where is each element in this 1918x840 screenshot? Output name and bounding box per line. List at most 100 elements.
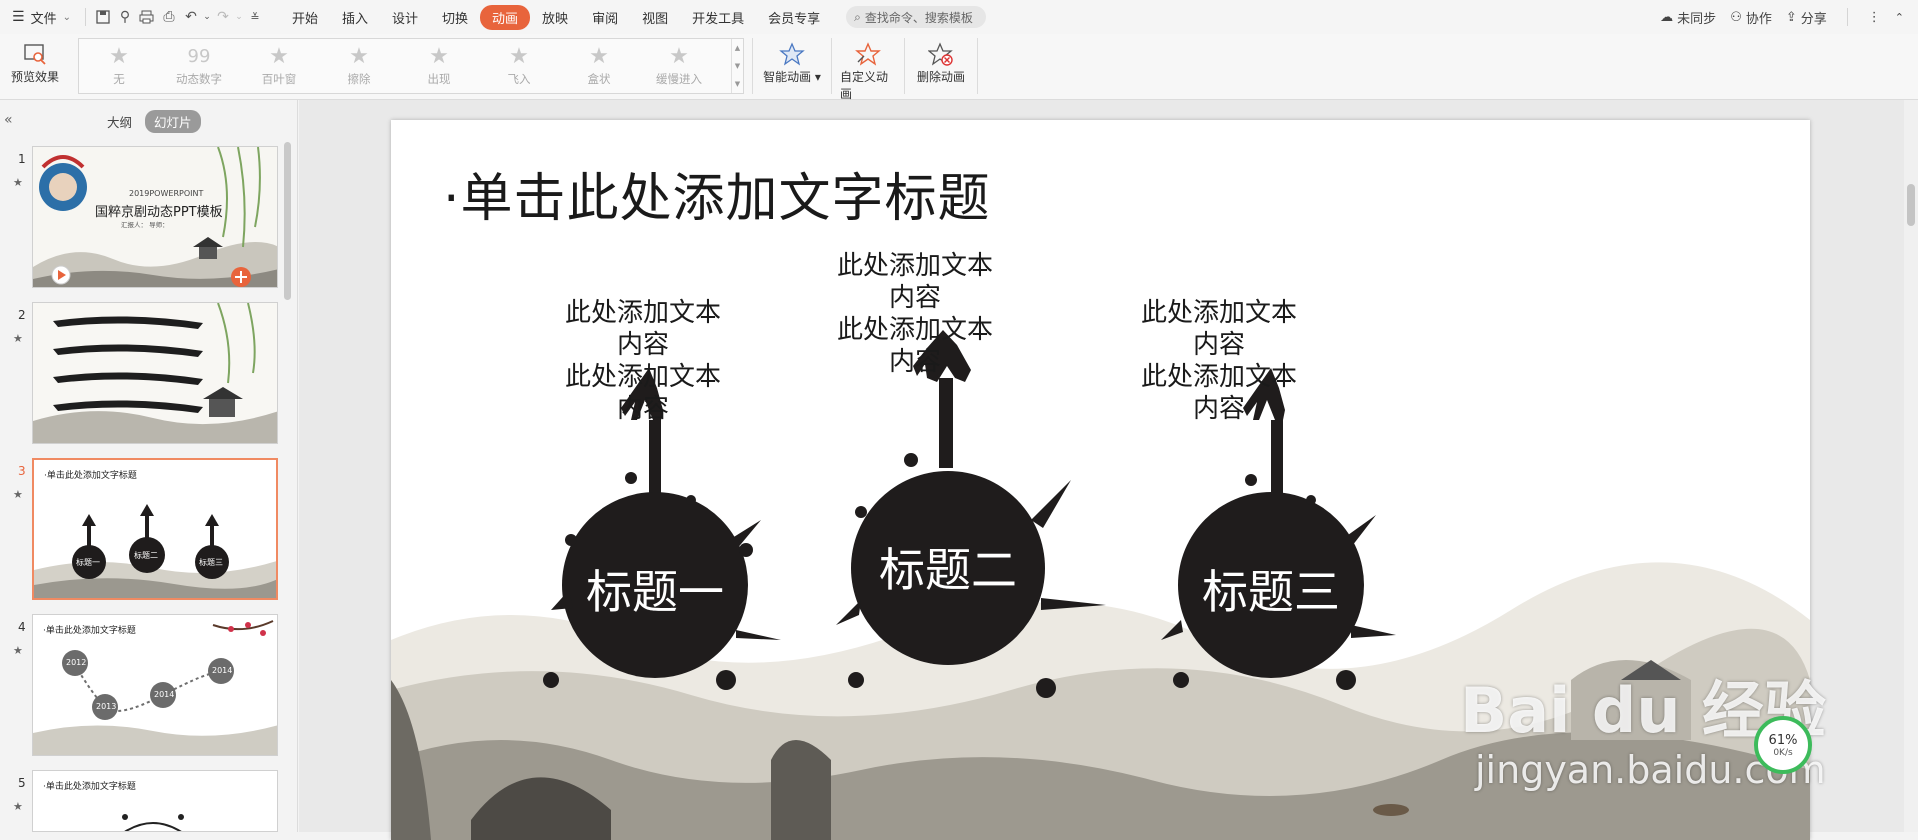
thumb-year: 2014 bbox=[212, 666, 233, 675]
delete-animation-label: 删除动画 bbox=[916, 70, 965, 84]
anim-blinds-label: 百叶窗 bbox=[261, 72, 297, 86]
anim-box-label: 盒状 bbox=[587, 72, 611, 86]
thumb-reporter: 汇报人： 导师： bbox=[121, 221, 169, 229]
scroll-down-icon[interactable]: ▼ bbox=[735, 62, 740, 70]
customize-toolbar-icon[interactable]: ≚ bbox=[244, 6, 266, 28]
divider bbox=[977, 38, 978, 94]
redo-dropdown-icon[interactable]: ⌄ bbox=[234, 6, 244, 28]
thumb-label: 标题三 bbox=[199, 558, 223, 567]
file-menu[interactable]: ☰ 文件 ⌄ bbox=[0, 0, 79, 34]
preview-effect-label: 预览效果 bbox=[10, 70, 59, 84]
format-painter-icon[interactable]: ⚲ bbox=[114, 6, 136, 28]
hamburger-icon: ☰ bbox=[12, 9, 25, 25]
text-line: 此处添加文本内容 bbox=[836, 251, 993, 313]
slide-thumbnail-4[interactable]: ·单击此处添加文字标题 2012 2013 2014 2014 bbox=[32, 614, 278, 756]
preview-effect-button[interactable]: 预览效果 bbox=[0, 34, 70, 85]
star-icon: ★ bbox=[669, 44, 689, 69]
thumb-title: ·单击此处添加文字标题 bbox=[43, 782, 136, 792]
undo-dropdown-icon[interactable]: ⌄ bbox=[202, 6, 212, 28]
smart-animation-button[interactable]: 智能动画 ▾ bbox=[761, 34, 823, 85]
text-box-1[interactable]: 此处添加文本内容 此处添加文本内容 bbox=[553, 297, 733, 425]
gallery-scroll[interactable]: ▲ ▼ ▼ bbox=[731, 39, 743, 93]
text-box-2[interactable]: 此处添加文本内容 此处添加文本内容 bbox=[825, 250, 1005, 378]
scroll-up-icon[interactable]: ▲ bbox=[735, 44, 740, 52]
anim-fly-in[interactable]: ★ 飞入 bbox=[479, 39, 559, 93]
expand-gallery-icon[interactable]: ▼ bbox=[735, 80, 740, 88]
heading-label-1[interactable]: 标题一 bbox=[575, 556, 735, 622]
slide-thumbnail-2[interactable] bbox=[32, 302, 278, 444]
sync-status-button[interactable]: ☁ 未同步 bbox=[1660, 8, 1716, 27]
print-icon[interactable] bbox=[136, 6, 158, 28]
speed-percent: 61% bbox=[1768, 732, 1798, 748]
heading-label-3[interactable]: 标题三 bbox=[1191, 556, 1351, 622]
anim-wipe-label: 擦除 bbox=[347, 72, 371, 86]
animation-gallery: ★ 无 99 动态数字 ★ 百叶窗 ★ 擦除 ★ 出现 ★ 飞入 ★ 盒状 ★ 缓慢进入 ▲ ▼… bbox=[78, 38, 744, 94]
thumb-label: 标题一 bbox=[76, 558, 100, 567]
tab-review[interactable]: 审阅 bbox=[580, 5, 630, 30]
smart-star-icon bbox=[778, 40, 806, 68]
collapse-pane-icon[interactable]: « bbox=[4, 112, 13, 128]
share-icon: ⇪ bbox=[1785, 9, 1797, 25]
custom-animation-label: 自定义动画 bbox=[840, 70, 889, 101]
anim-wipe[interactable]: ★ 擦除 bbox=[319, 39, 399, 93]
save-icon[interactable] bbox=[92, 6, 114, 28]
anim-box[interactable]: ★ 盒状 bbox=[559, 39, 639, 93]
scrollbar-thumb[interactable] bbox=[1907, 184, 1915, 226]
redo-icon[interactable]: ↷ bbox=[212, 6, 234, 28]
animation-star-icon: ★ bbox=[13, 644, 23, 657]
tab-outline[interactable]: 大纲 bbox=[98, 110, 141, 133]
custom-animation-button[interactable]: 自定义动画 bbox=[840, 34, 896, 102]
star-icon: ★ bbox=[349, 44, 369, 69]
anim-dynamic-number[interactable]: 99 动态数字 bbox=[159, 39, 239, 93]
more-options-icon[interactable]: ⋮ bbox=[1868, 10, 1881, 25]
search-icon: ⌕ bbox=[854, 9, 861, 24]
anim-appear[interactable]: ★ 出现 bbox=[399, 39, 479, 93]
collaborate-button[interactable]: ⚇ 协作 bbox=[1730, 8, 1772, 27]
tab-transition[interactable]: 切换 bbox=[430, 5, 480, 30]
anim-ease-in[interactable]: ★ 缓慢进入 bbox=[639, 39, 719, 93]
animation-star-icon: ★ bbox=[13, 176, 23, 189]
collapse-ribbon-icon[interactable]: ⌃ bbox=[1895, 11, 1904, 24]
slide-number: 3 bbox=[18, 464, 26, 478]
slide-title[interactable]: ·单击此处添加文字标题 bbox=[443, 156, 991, 231]
tab-design[interactable]: 设计 bbox=[380, 5, 430, 30]
custom-star-icon bbox=[854, 40, 882, 68]
canvas-scrollbar[interactable] bbox=[1904, 100, 1918, 832]
slide-thumbnail-3[interactable]: ·单击此处添加文字标题 标题一 标题二 标题三 bbox=[32, 458, 278, 600]
network-speed-widget[interactable]: 61% 0K/s bbox=[1754, 716, 1812, 774]
tab-developer[interactable]: 开发工具 bbox=[680, 5, 756, 30]
undo-icon[interactable]: ↶ bbox=[180, 6, 202, 28]
slide-thumbnail-5[interactable]: ·单击此处添加文字标题 bbox=[32, 770, 278, 832]
text-box-3[interactable]: 此处添加文本内容 此处添加文本内容 bbox=[1129, 297, 1309, 425]
thumb-year: 2014 bbox=[154, 690, 175, 699]
slide-thumbnail-1[interactable]: 2019POWERPOINT 国粹京剧动态PPT模板 汇报人： 导师： bbox=[32, 146, 278, 288]
slide-number: 4 bbox=[18, 620, 26, 634]
thumb-title: ·单击此处添加文字标题 bbox=[44, 471, 137, 481]
tab-insert[interactable]: 插入 bbox=[330, 5, 380, 30]
command-search[interactable]: ⌕ 查找命令、搜索模板 bbox=[846, 6, 987, 28]
slide-number: 1 bbox=[18, 152, 26, 166]
share-button[interactable]: ⇪ 分享 bbox=[1786, 8, 1827, 27]
tab-home[interactable]: 开始 bbox=[280, 5, 330, 30]
tab-view[interactable]: 视图 bbox=[630, 5, 680, 30]
share-label: 分享 bbox=[1800, 11, 1827, 27]
tab-slideshow[interactable]: 放映 bbox=[530, 5, 580, 30]
text-line: 此处添加文本内容 bbox=[836, 315, 993, 377]
tab-animation[interactable]: 动画 bbox=[480, 4, 531, 30]
tab-slides[interactable]: 幻灯片 bbox=[145, 109, 201, 133]
animation-star-icon: ★ bbox=[13, 488, 23, 501]
file-menu-label: 文件 bbox=[30, 11, 57, 27]
slide-navigation-pane: « 大纲 幻灯片 1 ★ 2019POWERPOINT 国粹京剧动态PPT模板 … bbox=[0, 100, 298, 832]
pane-scrollbar[interactable] bbox=[284, 142, 291, 300]
heading-label-2[interactable]: 标题二 bbox=[868, 534, 1028, 600]
print-preview-icon[interactable]: ⎙ bbox=[158, 6, 180, 28]
thumb-title: 国粹京剧动态PPT模板 bbox=[95, 205, 223, 220]
anim-none[interactable]: ★ 无 bbox=[79, 39, 159, 93]
user-icon: ⚇ bbox=[1730, 9, 1742, 25]
tab-member[interactable]: 会员专享 bbox=[756, 5, 832, 30]
slide-number: 5 bbox=[18, 776, 26, 790]
divider bbox=[752, 38, 753, 94]
delete-animation-button[interactable]: 删除动画 bbox=[913, 34, 969, 85]
anim-blinds[interactable]: ★ 百叶窗 bbox=[239, 39, 319, 93]
menu-bar: ☰ 文件 ⌄ ⚲ ⎙ ↶ ⌄ ↷ ⌄ ≚ 开始 插入 设计 切换 动画 放映 审… bbox=[0, 0, 1918, 34]
